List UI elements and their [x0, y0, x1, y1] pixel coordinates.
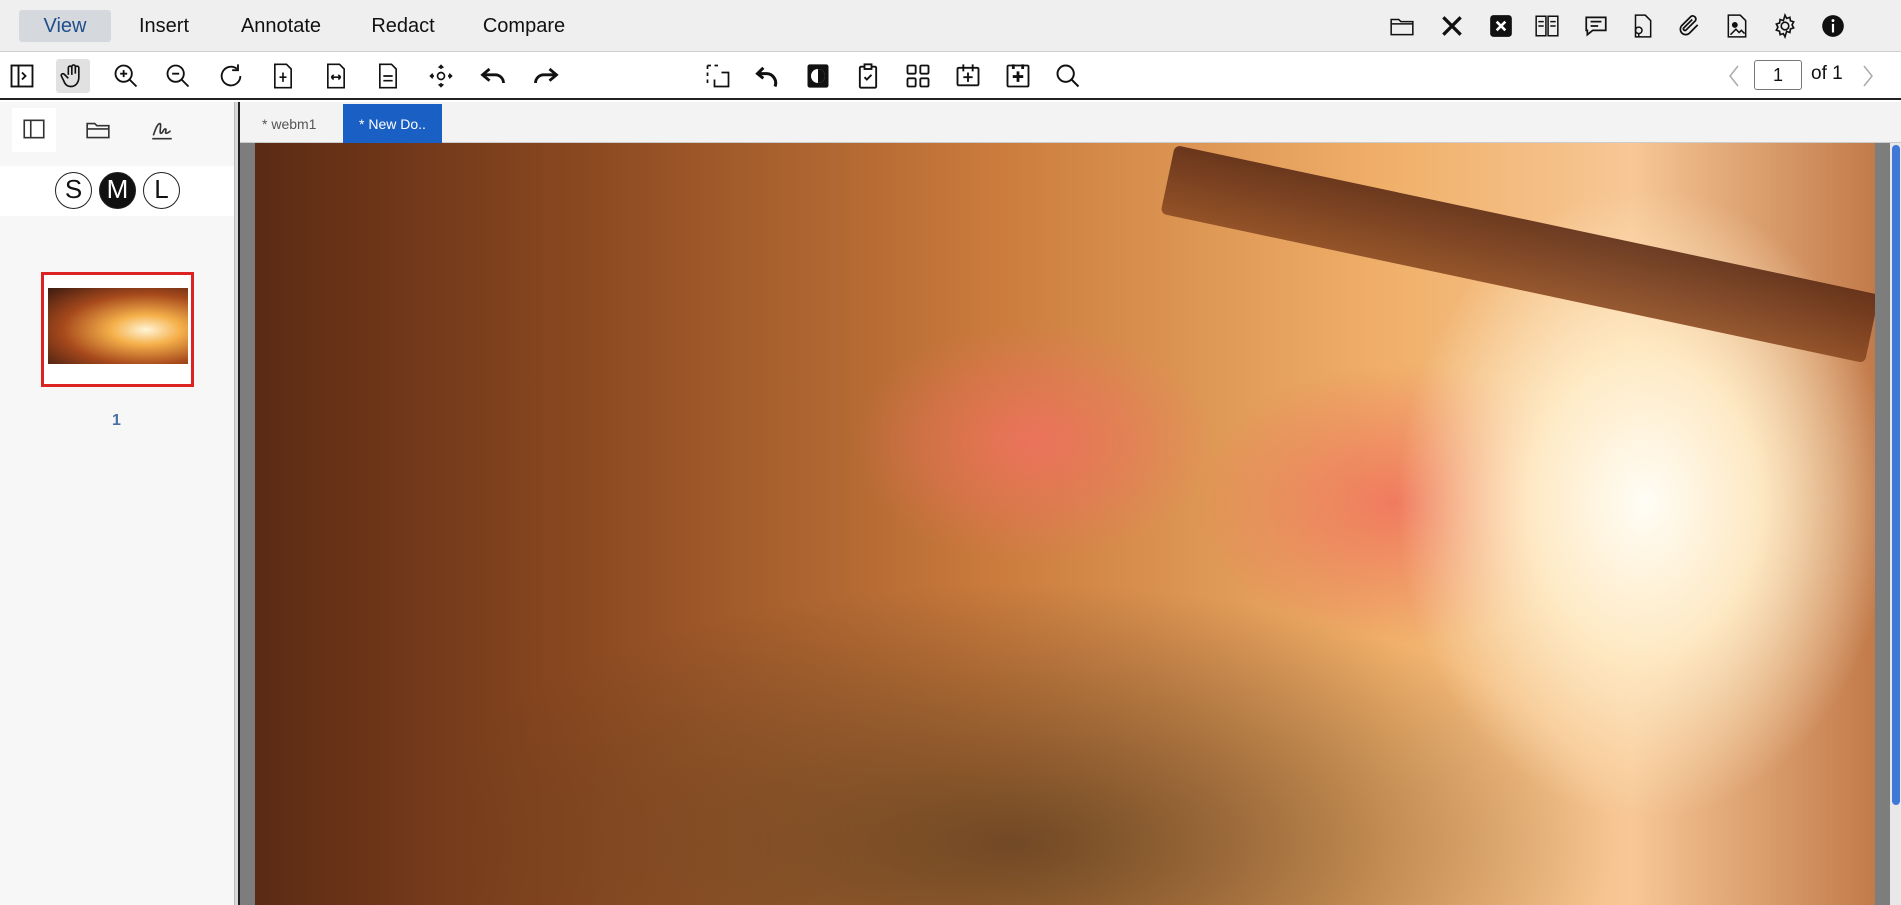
- menu-tab-insert[interactable]: Insert: [128, 10, 200, 42]
- doc-tab-webm1[interactable]: * webm1: [246, 104, 332, 144]
- document-tabs: * webm1 * New Do..: [240, 102, 1901, 144]
- redo-icon[interactable]: [529, 59, 563, 93]
- menu-tab-compare[interactable]: Compare: [474, 10, 574, 42]
- size-medium-button[interactable]: M: [99, 172, 136, 209]
- comment-icon[interactable]: [1581, 11, 1611, 41]
- fit-selection-icon[interactable]: [424, 59, 458, 93]
- thumbnail-sidebar: S M L 1: [0, 102, 234, 905]
- attachment-icon[interactable]: [1674, 11, 1704, 41]
- page-thumbnail[interactable]: [41, 272, 194, 387]
- menu-bar: View Insert Annotate Redact Compare: [0, 0, 1901, 52]
- document-page-image: [255, 143, 1875, 905]
- file-certificate-icon[interactable]: [1627, 11, 1657, 41]
- pan-hand-icon[interactable]: [56, 59, 90, 93]
- next-page-icon[interactable]: [1857, 62, 1879, 90]
- rotate-icon[interactable]: [214, 59, 248, 93]
- grid-icon[interactable]: [901, 59, 935, 93]
- add-page-icon[interactable]: [1001, 59, 1035, 93]
- toolbar: [0, 53, 1901, 100]
- select-area-icon[interactable]: [701, 59, 735, 93]
- document-viewer[interactable]: [240, 143, 1901, 905]
- close-box-icon[interactable]: [1486, 11, 1516, 41]
- image-document-icon[interactable]: [1722, 11, 1752, 41]
- fit-width-icon[interactable]: [319, 59, 353, 93]
- menu-tab-view[interactable]: View: [19, 10, 111, 42]
- panel-icon[interactable]: [12, 108, 56, 152]
- doc-tab-new-document[interactable]: * New Do..: [343, 104, 442, 144]
- zoom-out-icon[interactable]: [161, 59, 195, 93]
- toggle-sidebar-icon[interactable]: [5, 59, 39, 93]
- menu-tab-annotate[interactable]: Annotate: [231, 10, 331, 42]
- clipboard-check-icon[interactable]: [851, 59, 885, 93]
- compare-pages-icon[interactable]: [1532, 11, 1562, 41]
- undo-icon[interactable]: [476, 59, 510, 93]
- rotate-back-icon[interactable]: [751, 59, 785, 93]
- folder-icon[interactable]: [76, 108, 120, 152]
- signature-icon[interactable]: [140, 108, 184, 152]
- thumbnail-image: [48, 288, 188, 364]
- scrollbar-thumb[interactable]: [1892, 145, 1900, 805]
- watering-can-spout: [1160, 145, 1875, 364]
- size-small-button[interactable]: S: [55, 172, 92, 209]
- settings-gear-icon[interactable]: [1770, 11, 1800, 41]
- info-icon[interactable]: [1818, 11, 1848, 41]
- contrast-icon[interactable]: [801, 59, 835, 93]
- zoom-in-icon[interactable]: [109, 59, 143, 93]
- page-number-input[interactable]: [1754, 60, 1802, 90]
- search-icon[interactable]: [1051, 59, 1085, 93]
- open-folder-icon[interactable]: [1387, 11, 1417, 41]
- sidebar-tabs: [0, 102, 234, 158]
- thumbnail-size-selector: S M L: [0, 166, 234, 216]
- insert-page-icon[interactable]: [951, 59, 985, 93]
- thumbnail-page-number: 1: [112, 412, 121, 429]
- single-page-icon[interactable]: [371, 59, 405, 93]
- previous-page-icon[interactable]: [1723, 62, 1745, 90]
- page-count-label: of 1: [1811, 63, 1843, 84]
- fit-page-icon[interactable]: [266, 59, 300, 93]
- close-x-icon[interactable]: [1437, 11, 1467, 41]
- size-large-button[interactable]: L: [143, 172, 180, 209]
- menu-tab-redact[interactable]: Redact: [364, 10, 442, 42]
